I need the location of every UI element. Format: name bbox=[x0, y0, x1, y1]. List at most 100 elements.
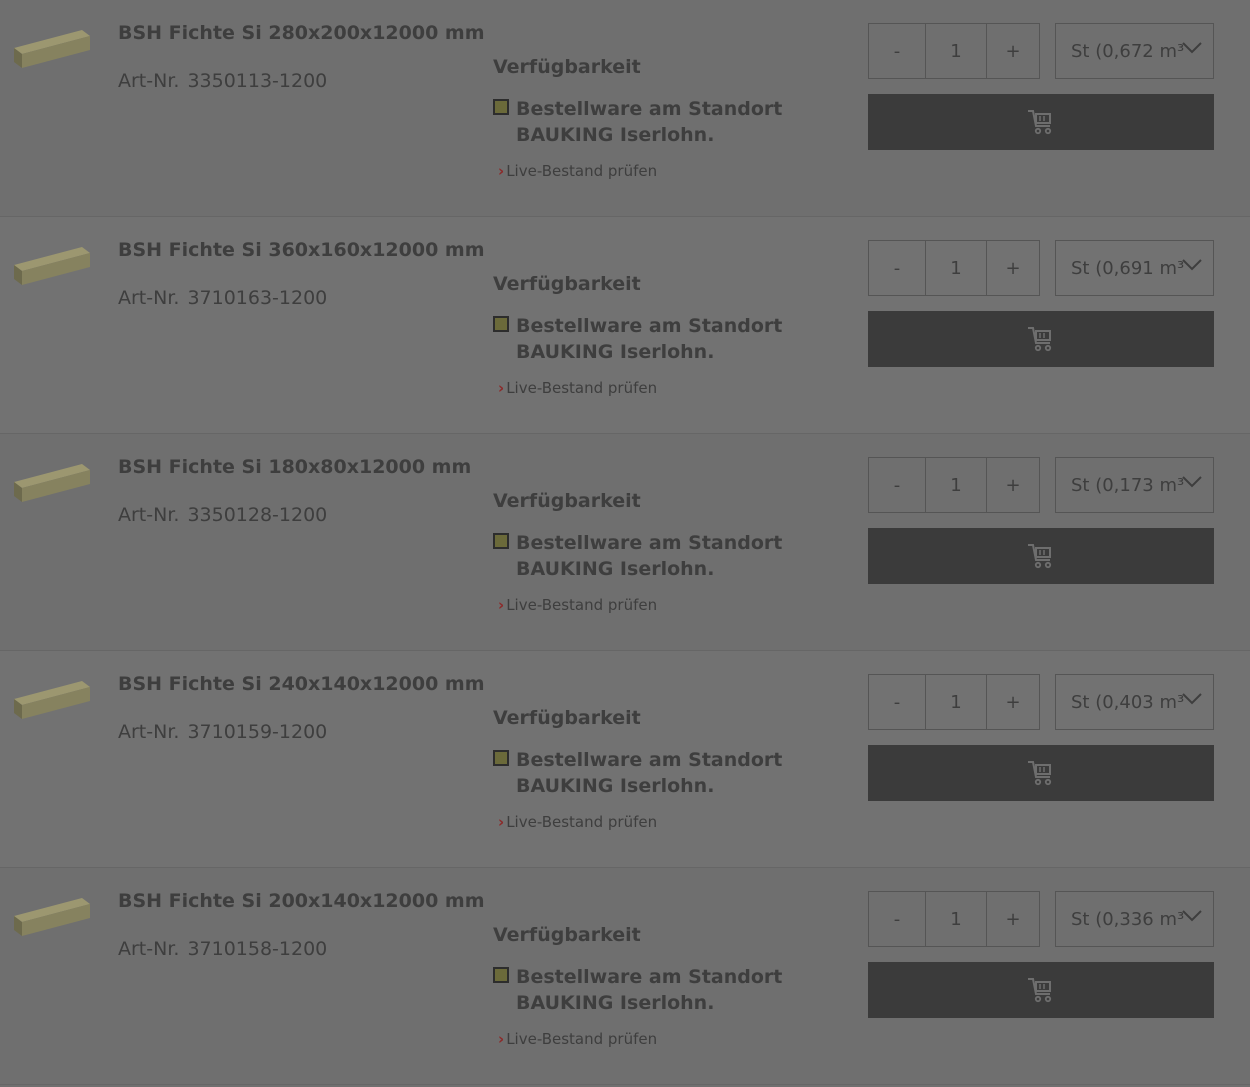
unit-select[interactable]: St (0,173 m³ bbox=[1055, 457, 1214, 513]
article-number: Art-Nr. 3710159-1200 bbox=[118, 721, 327, 743]
unit-select-value: St (0,173 m³ bbox=[1071, 474, 1185, 496]
quantity-input[interactable]: 1 bbox=[926, 458, 987, 512]
product-row: BSH Fichte Si 360x160x12000 mm Art-Nr. 37… bbox=[0, 217, 1250, 434]
product-row: BSH Fichte Si 240x140x12000 mm Art-Nr. 37… bbox=[0, 651, 1250, 868]
availability-heading: Verfügbarkeit bbox=[493, 490, 641, 512]
quantity-input[interactable]: 1 bbox=[926, 24, 987, 78]
decrease-quantity-button[interactable]: - bbox=[869, 675, 926, 729]
quantity-input[interactable]: 1 bbox=[926, 892, 987, 946]
product-row: BSH Fichte Si 280x200x12000 mm Art-Nr. 33… bbox=[0, 0, 1250, 217]
add-to-cart-icon bbox=[1028, 327, 1052, 352]
chevron-down-icon bbox=[1182, 693, 1202, 705]
chevron-down-icon bbox=[1182, 42, 1202, 54]
product-list: BSH Fichte Si 280x200x12000 mm Art-Nr. 33… bbox=[0, 0, 1250, 1085]
availability-status: Bestellware am Standort BAUKING Iserlohn… bbox=[516, 966, 783, 1014]
quantity-stepper: - 1 + bbox=[868, 240, 1040, 296]
quantity-stepper: - 1 + bbox=[868, 674, 1040, 730]
status-square-icon bbox=[493, 316, 509, 332]
unit-select-value: St (0,672 m³ bbox=[1071, 40, 1185, 62]
chevron-right-icon: › bbox=[498, 596, 505, 614]
decrease-quantity-button[interactable]: - bbox=[869, 458, 926, 512]
live-stock-link[interactable]: › Live-Bestand prüfen bbox=[498, 596, 657, 614]
chevron-down-icon bbox=[1182, 910, 1202, 922]
unit-select[interactable]: St (0,691 m³ bbox=[1055, 240, 1214, 296]
article-number-value: 3350128-1200 bbox=[187, 504, 328, 526]
product-title[interactable]: BSH Fichte Si 180x80x12000 mm bbox=[118, 456, 471, 478]
product-thumbnail[interactable] bbox=[12, 458, 94, 508]
product-title[interactable]: BSH Fichte Si 360x160x12000 mm bbox=[118, 239, 485, 261]
product-thumbnail[interactable] bbox=[12, 241, 94, 291]
live-stock-link[interactable]: › Live-Bestand prüfen bbox=[498, 1030, 657, 1048]
article-number: Art-Nr. 3350128-1200 bbox=[118, 504, 327, 526]
quantity-input[interactable]: 1 bbox=[926, 675, 987, 729]
product-thumbnail[interactable] bbox=[12, 675, 94, 725]
availability-status: Bestellware am Standort BAUKING Iserlohn… bbox=[516, 532, 783, 580]
decrease-quantity-button[interactable]: - bbox=[869, 24, 926, 78]
add-to-cart-button[interactable] bbox=[868, 311, 1214, 367]
unit-select[interactable]: St (0,672 m³ bbox=[1055, 23, 1214, 79]
product-title[interactable]: BSH Fichte Si 280x200x12000 mm bbox=[118, 22, 485, 44]
increase-quantity-button[interactable]: + bbox=[987, 24, 1039, 78]
quantity-stepper: - 1 + bbox=[868, 457, 1040, 513]
unit-select[interactable]: St (0,336 m³ bbox=[1055, 891, 1214, 947]
status-square-icon bbox=[493, 533, 509, 549]
article-number-label: Art-Nr. bbox=[118, 504, 180, 526]
chevron-down-icon bbox=[1182, 259, 1202, 271]
article-number-value: 3710158-1200 bbox=[187, 938, 328, 960]
product-thumbnail[interactable] bbox=[12, 24, 94, 74]
quantity-input[interactable]: 1 bbox=[926, 241, 987, 295]
availability-status: Bestellware am Standort BAUKING Iserlohn… bbox=[516, 315, 783, 363]
status-square-icon bbox=[493, 750, 509, 766]
product-title[interactable]: BSH Fichte Si 240x140x12000 mm bbox=[118, 673, 485, 695]
increase-quantity-button[interactable]: + bbox=[987, 892, 1039, 946]
add-to-cart-icon bbox=[1028, 978, 1052, 1003]
product-row: BSH Fichte Si 200x140x12000 mm Art-Nr. 37… bbox=[0, 868, 1250, 1085]
add-to-cart-button[interactable] bbox=[868, 528, 1214, 584]
decrease-quantity-button[interactable]: - bbox=[869, 892, 926, 946]
unit-select-value: St (0,691 m³ bbox=[1071, 257, 1185, 279]
increase-quantity-button[interactable]: + bbox=[987, 675, 1039, 729]
unit-select-value: St (0,403 m³ bbox=[1071, 691, 1185, 713]
add-to-cart-button[interactable] bbox=[868, 962, 1214, 1018]
availability-heading: Verfügbarkeit bbox=[493, 273, 641, 295]
increase-quantity-button[interactable]: + bbox=[987, 458, 1039, 512]
availability-heading: Verfügbarkeit bbox=[493, 56, 641, 78]
availability-heading: Verfügbarkeit bbox=[493, 924, 641, 946]
live-stock-label: Live-Bestand prüfen bbox=[506, 813, 658, 831]
status-square-icon bbox=[493, 967, 509, 983]
article-number-label: Art-Nr. bbox=[118, 70, 180, 92]
status-square-icon bbox=[493, 99, 509, 115]
availability-heading: Verfügbarkeit bbox=[493, 707, 641, 729]
chevron-down-icon bbox=[1182, 476, 1202, 488]
live-stock-link[interactable]: › Live-Bestand prüfen bbox=[498, 379, 657, 397]
quantity-stepper: - 1 + bbox=[868, 23, 1040, 79]
article-number-value: 3710159-1200 bbox=[187, 721, 328, 743]
article-number-label: Art-Nr. bbox=[118, 721, 180, 743]
unit-select-value: St (0,336 m³ bbox=[1071, 908, 1185, 930]
article-number-label: Art-Nr. bbox=[118, 287, 180, 309]
live-stock-label: Live-Bestand prüfen bbox=[506, 1030, 658, 1048]
product-title[interactable]: BSH Fichte Si 200x140x12000 mm bbox=[118, 890, 485, 912]
decrease-quantity-button[interactable]: - bbox=[869, 241, 926, 295]
article-number: Art-Nr. 3710158-1200 bbox=[118, 938, 327, 960]
article-number: Art-Nr. 3350113-1200 bbox=[118, 70, 327, 92]
add-to-cart-button[interactable] bbox=[868, 745, 1214, 801]
article-number-label: Art-Nr. bbox=[118, 938, 180, 960]
unit-select[interactable]: St (0,403 m³ bbox=[1055, 674, 1214, 730]
chevron-right-icon: › bbox=[498, 1030, 505, 1048]
product-row: BSH Fichte Si 180x80x12000 mm Art-Nr. 335… bbox=[0, 434, 1250, 651]
article-number: Art-Nr. 3710163-1200 bbox=[118, 287, 327, 309]
product-thumbnail[interactable] bbox=[12, 892, 94, 942]
increase-quantity-button[interactable]: + bbox=[987, 241, 1039, 295]
add-to-cart-icon bbox=[1028, 544, 1052, 569]
live-stock-link[interactable]: › Live-Bestand prüfen bbox=[498, 162, 657, 180]
add-to-cart-icon bbox=[1028, 761, 1052, 786]
add-to-cart-icon bbox=[1028, 110, 1052, 135]
chevron-right-icon: › bbox=[498, 379, 505, 397]
quantity-stepper: - 1 + bbox=[868, 891, 1040, 947]
chevron-right-icon: › bbox=[498, 813, 505, 831]
add-to-cart-button[interactable] bbox=[868, 94, 1214, 150]
live-stock-link[interactable]: › Live-Bestand prüfen bbox=[498, 813, 657, 831]
live-stock-label: Live-Bestand prüfen bbox=[506, 162, 658, 180]
chevron-right-icon: › bbox=[498, 162, 505, 180]
